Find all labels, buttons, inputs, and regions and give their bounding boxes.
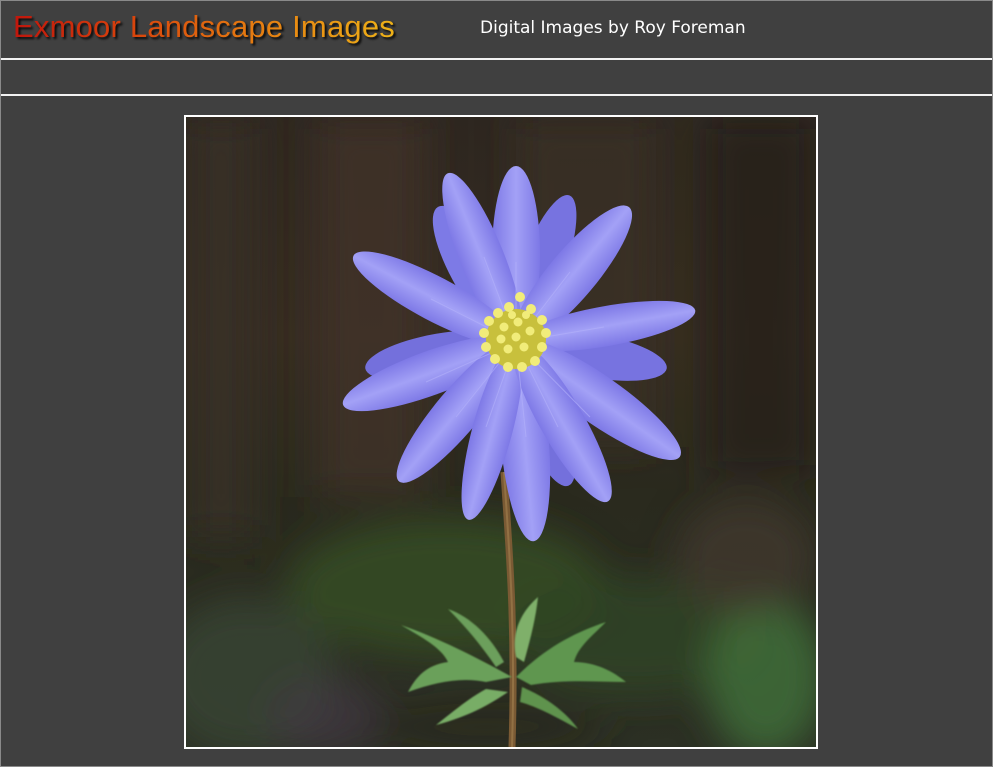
- main-photo[interactable]: [184, 115, 818, 749]
- site-subtitle: Digital Images by Roy Foreman: [480, 18, 746, 38]
- flower-photo-image: [186, 117, 816, 747]
- site-title[interactable]: Exmoor Landscape Images: [13, 9, 395, 45]
- site-header: Exmoor Landscape Images Digital Images b…: [1, 1, 992, 58]
- header-divider-bottom: [1, 94, 992, 96]
- nav-bar: [1, 60, 992, 94]
